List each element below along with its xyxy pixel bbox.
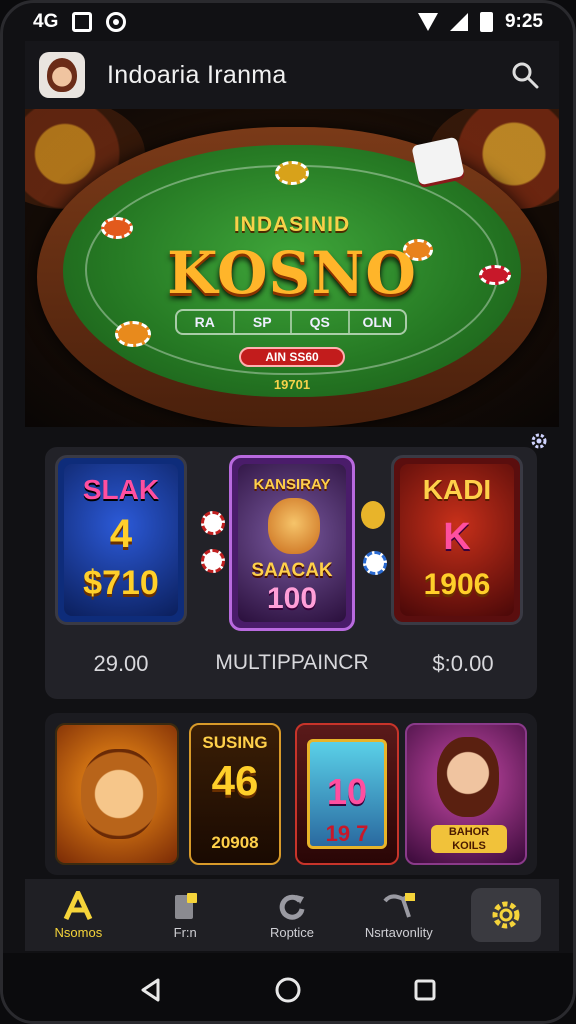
game-tile-badge: BAHOR KOILS (431, 825, 507, 853)
avatar (437, 737, 499, 817)
search-button[interactable] (505, 55, 545, 95)
nav-settings[interactable] (452, 879, 559, 951)
hero-caption: 19701 (273, 377, 311, 392)
promo-card-bottom: $710 (83, 564, 159, 602)
game-tile-mid: 46 (211, 757, 259, 804)
chip-icon (275, 161, 309, 185)
back-button[interactable] (131, 970, 171, 1010)
refresh-icon (279, 894, 305, 920)
game-tile-bottom: 19 7 (325, 821, 369, 846)
promo-card-mid: K (443, 516, 471, 558)
avatar[interactable] (39, 52, 85, 98)
hero-banner[interactable]: INDASINID KOSNO RA SP QS OLN AIN SS60 19… (25, 109, 559, 427)
app-header: Indoaria Iranma (25, 41, 559, 109)
home-button[interactable] (268, 970, 308, 1010)
game-tile-mid: 10 (326, 771, 368, 812)
tiger-icon (268, 498, 320, 554)
bottom-nav: Nsomos Fr:n Roptice Nsrtavonlity (25, 879, 559, 951)
game-tile-bahor[interactable]: BAHOR KOILS (405, 723, 527, 865)
promo-card-slak[interactable]: SLAK 4 $710 (55, 455, 187, 625)
sync-icon (106, 12, 127, 32)
clock: 9:25 (504, 11, 543, 32)
chip-icon (201, 549, 225, 573)
game-tile-slot[interactable]: 10 19 7 (295, 723, 399, 865)
promo-value-center: MULTIPPAINCR (215, 651, 369, 674)
nav-label: Roptice (269, 924, 315, 940)
promo-value-right: $:0.00 (432, 651, 494, 676)
phone-screen: 4G 9:25 Indoaria Iranma INDASINID KOSNO … (0, 0, 576, 1024)
bet-cell: OLN (362, 314, 393, 330)
system-nav (3, 953, 573, 1021)
promo-card-top: SLAK (82, 474, 160, 505)
home-icon (275, 977, 301, 1003)
hero-title: KOSNO (167, 239, 417, 307)
bet-cell: RA (177, 311, 235, 333)
pen-icon (383, 892, 415, 918)
promo-card-top: KANSIRAY (253, 476, 331, 493)
promo-value-left: 29.00 (93, 651, 149, 676)
chip-icon (201, 511, 225, 535)
nav-home[interactable]: Nsomos (25, 879, 132, 951)
promo-card-bottom: 1906 (423, 568, 491, 601)
status-bar: 4G 9:25 (3, 3, 573, 41)
gallery-icon (72, 12, 93, 32)
wifi-icon (417, 13, 438, 31)
game-tile-bottom: 20908 (211, 833, 259, 852)
recents-icon (414, 979, 436, 1001)
promo-card-bottom: 100 (266, 582, 318, 615)
nav-cards[interactable]: Fr:n (132, 879, 239, 951)
promo-card-top: KADI (422, 474, 492, 505)
nav-community[interactable]: Nsrtavonlity (345, 879, 452, 951)
back-icon (141, 978, 160, 1002)
game-tile-top: SUSING (202, 733, 268, 752)
trophy-icon (361, 501, 385, 529)
search-icon (512, 62, 539, 89)
bet-cell: QS (292, 311, 350, 333)
signal-icon (449, 13, 468, 31)
nav-label: Fr:n (173, 924, 197, 940)
letter-a-icon (64, 890, 93, 920)
card-icon (175, 892, 198, 919)
recents-button[interactable] (405, 970, 445, 1010)
game-tile-lion[interactable] (55, 723, 179, 865)
bet-row: RA SP QS OLN (175, 309, 407, 335)
lion-icon (81, 749, 157, 839)
game-tile-susing[interactable]: SUSING 46 20908 (189, 723, 281, 865)
hero-subtitle: INDASINID (233, 213, 351, 236)
nav-practice[interactable]: Roptice (239, 879, 346, 951)
gear-icon[interactable] (529, 431, 549, 451)
bet-cell: SP (235, 311, 292, 333)
promo-card-kadi[interactable]: KADI K 1906 (391, 455, 523, 625)
nav-label: Nsomos (54, 924, 103, 940)
chip-icon (115, 321, 151, 347)
network-label: 4G (33, 11, 59, 32)
gear-icon (492, 901, 520, 929)
hero-badge: AIN SS60 (239, 347, 345, 367)
chip-icon (363, 551, 387, 575)
app-title: Indoaria Iranma (107, 60, 287, 89)
battery-icon (479, 12, 493, 32)
promo-card-kansiray[interactable]: KANSIRAY SAACAK 100 (229, 455, 355, 631)
promo-card-mid: 4 (109, 512, 133, 556)
promo-card-mid: SAACAK (251, 560, 333, 581)
nav-label: Nsrtavonlity (364, 924, 433, 940)
